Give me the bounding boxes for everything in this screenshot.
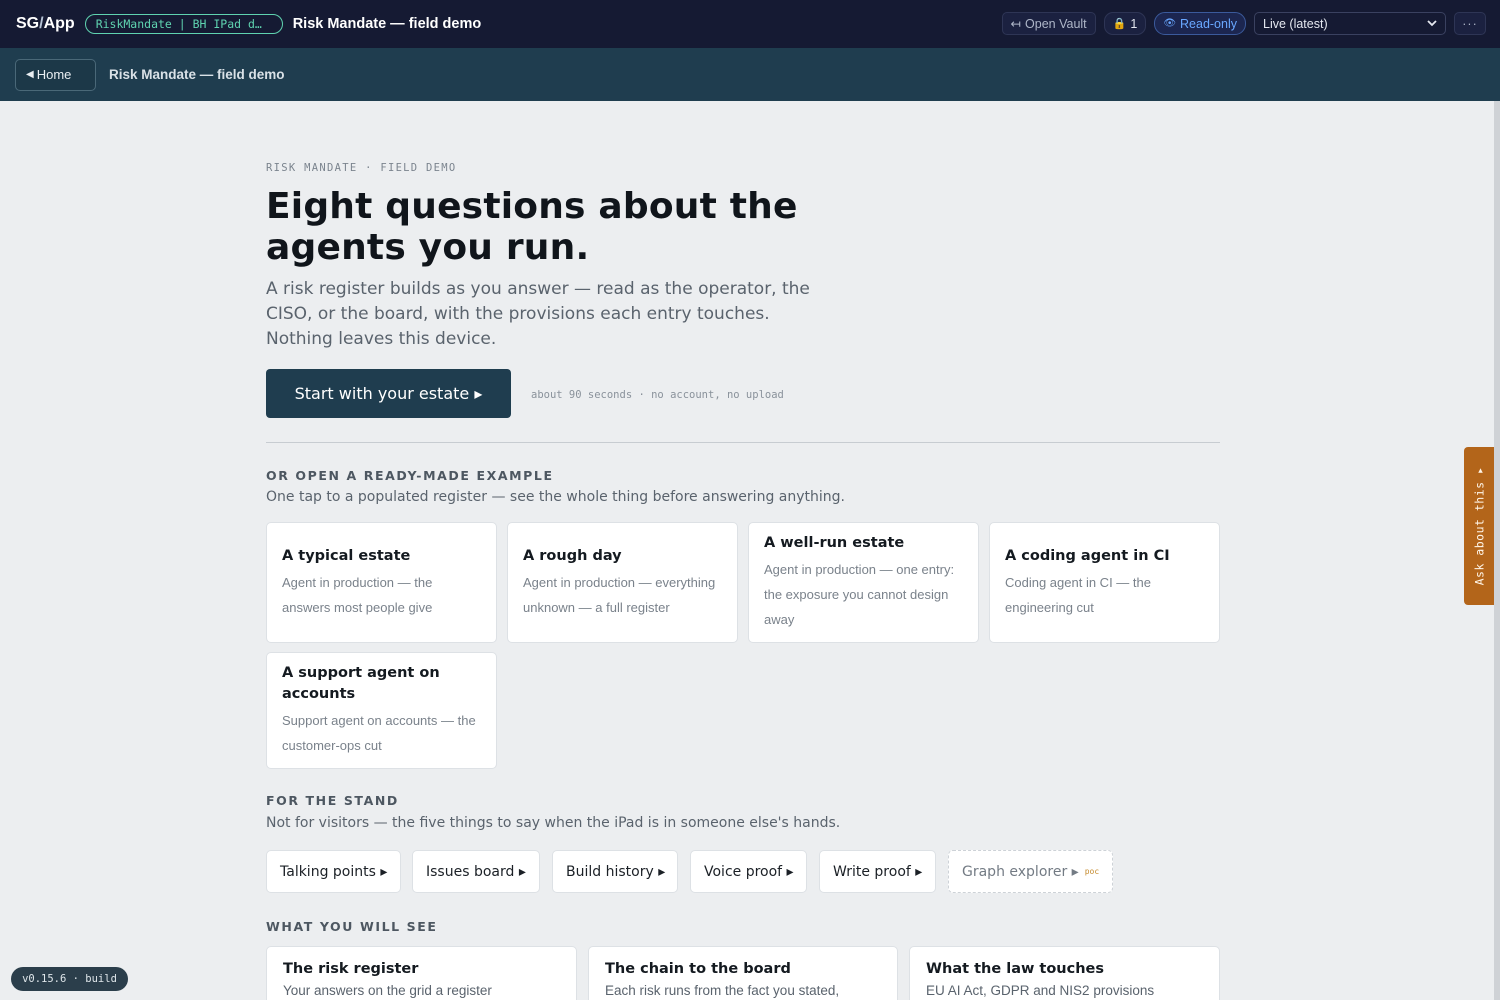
brand-right: App: [43, 15, 75, 32]
more-icon: ···: [1462, 16, 1478, 31]
write-proof-button[interactable]: Write proof ▸: [819, 850, 936, 893]
hero-title: Eight questions about the agents you run…: [266, 186, 798, 268]
topbar-actions: ↤ Open Vault 🔒 1 👁 Read-only Live (lates…: [1001, 12, 1486, 35]
graph-explorer-button[interactable]: Graph explorer ▸ poc: [948, 850, 1113, 893]
hero-lede: A risk register builds as you answer — r…: [266, 279, 810, 349]
example-card-typical-estate[interactable]: A typical estate Agent in production — t…: [266, 522, 497, 643]
version-select[interactable]: Live (latest): [1254, 12, 1446, 35]
example-card-desc: Agent in production — everything unknown…: [523, 574, 716, 615]
read-only-badge[interactable]: 👁 Read-only: [1154, 12, 1246, 35]
see-card-title: The chain to the board: [605, 961, 791, 977]
home-button[interactable]: ◀ Home: [15, 58, 96, 91]
lock-icon: 🔒: [1112, 18, 1127, 30]
example-card-coding-agent[interactable]: A coding agent in CI Coding agent in CI …: [989, 522, 1220, 643]
example-card-well-run-estate[interactable]: A well-run estate Agent in production — …: [748, 522, 979, 643]
app-topbar: SG/App RiskMandate | BH IPad d… Risk Man…: [0, 0, 1500, 48]
see-heading: WHAT YOU WILL SEE: [266, 919, 438, 934]
see-card-desc: Each risk runs from the fact you stated,: [605, 983, 840, 998]
breadcrumb-bar: ◀ Home Risk Mandate — field demo: [0, 48, 1500, 101]
breadcrumb-title: Risk Mandate — field demo: [109, 67, 285, 82]
see-card-risk-register: The risk register Your answers on the gr…: [266, 946, 577, 1000]
examples-heading: OR OPEN A READY-MADE EXAMPLE: [266, 468, 554, 483]
context-pill[interactable]: RiskMandate | BH IPad d…: [84, 14, 283, 34]
version-badge: v0.15.6 · build: [11, 967, 128, 991]
lock-counter-button[interactable]: 🔒 1: [1103, 12, 1147, 35]
example-card-title: A typical estate: [282, 547, 411, 564]
see-card-desc: Your answers on the grid a register: [283, 983, 492, 998]
ask-about-this-label: Ask about this ▸: [1472, 466, 1486, 586]
example-card-title: A rough day: [523, 547, 622, 564]
eye-icon: 👁: [1163, 18, 1177, 29]
see-card-title: The risk register: [283, 961, 419, 977]
ask-about-this-tab[interactable]: Ask about this ▸: [1464, 447, 1494, 605]
scrollbar-track[interactable]: [1494, 101, 1500, 1000]
voice-proof-button[interactable]: Voice proof ▸: [690, 850, 807, 893]
build-history-button[interactable]: Build history ▸: [552, 850, 678, 893]
see-card-desc: EU AI Act, GDPR and NIS2 provisions: [926, 983, 1155, 998]
see-card-title: What the law touches: [926, 961, 1105, 977]
cta-note: about 90 seconds · no account, no upload: [531, 389, 784, 401]
stand-subheading: Not for visitors — the five things to sa…: [266, 815, 841, 831]
example-card-title: A support agent on accounts: [282, 665, 440, 702]
back-arrow-icon: ↤: [1010, 17, 1022, 31]
poc-tag: poc: [1084, 867, 1100, 876]
example-card-desc: Agent in production — the answers most p…: [282, 574, 433, 615]
stand-heading: FOR THE STAND: [266, 793, 399, 808]
example-card-title: A well-run estate: [764, 535, 905, 551]
example-card-support-agent[interactable]: A support agent on accounts Support agen…: [266, 652, 497, 769]
talking-points-button[interactable]: Talking points ▸: [266, 850, 401, 893]
version-select-value: Live (latest): [1263, 16, 1328, 31]
graph-explorer-label: Graph explorer ▸: [962, 863, 1079, 880]
more-menu-button[interactable]: ···: [1454, 12, 1486, 35]
brand-left: SG: [16, 15, 40, 32]
lock-count: 1: [1130, 16, 1138, 31]
example-card-desc: Support agent on accounts — the customer…: [282, 713, 476, 753]
examples-subheading: One tap to a populated register — see th…: [266, 489, 845, 505]
read-only-label: Read-only: [1180, 16, 1237, 31]
start-estate-button[interactable]: Start with your estate ▸: [266, 369, 511, 418]
issues-board-button[interactable]: Issues board ▸: [412, 850, 540, 893]
example-card-desc: Agent in production — one entry: the exp…: [764, 562, 955, 627]
example-card-rough-day[interactable]: A rough day Agent in production — everyt…: [507, 522, 738, 643]
app-brand[interactable]: SG/App: [16, 15, 75, 33]
open-vault-button[interactable]: ↤ Open Vault: [1001, 12, 1096, 35]
example-card-desc: Coding agent in CI — the engineering cut: [1005, 574, 1151, 615]
home-label: Home: [36, 67, 72, 82]
chevron-down-icon: [1427, 20, 1437, 27]
open-vault-label: Open Vault: [1025, 16, 1087, 31]
example-card-title: A coding agent in CI: [1005, 547, 1170, 564]
hero-eyebrow: RISK MANDATE · FIELD DEMO: [266, 162, 457, 174]
back-triangle-icon: ◀: [26, 69, 34, 80]
divider: [266, 442, 1220, 443]
page-title: Risk Mandate — field demo: [292, 16, 482, 32]
see-card-chain-to-board: The chain to the board Each risk runs fr…: [588, 946, 898, 1000]
see-card-law-touches: What the law touches EU AI Act, GDPR and…: [909, 946, 1220, 1000]
